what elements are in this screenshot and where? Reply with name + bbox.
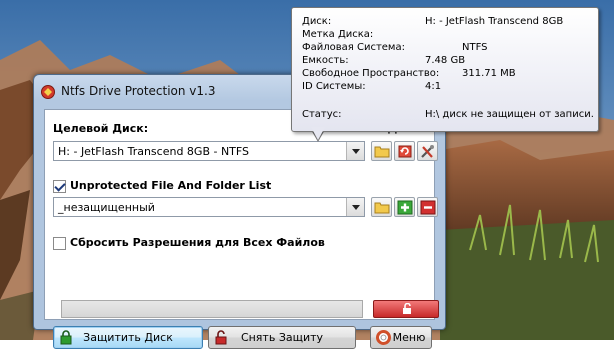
tools-button[interactable] xyxy=(417,141,438,161)
target-drive-label: Целевой Диск: xyxy=(53,122,149,135)
chevron-down-icon[interactable] xyxy=(346,198,364,216)
menu-button[interactable]: Меню xyxy=(370,326,432,349)
add-item-button[interactable] xyxy=(394,197,415,217)
open-drive-button[interactable] xyxy=(371,141,392,161)
unprotected-list-select[interactable]: _незащищенный xyxy=(53,197,365,217)
reset-permissions-label: Сбросить Разрешения для Всех Файлов xyxy=(70,236,325,249)
tooltip-free-key: Свободное Пространство: xyxy=(302,68,440,79)
tooltip-fs-value: NTFS xyxy=(462,42,488,53)
tooltip-disk-value: H: - JetFlash Transcend 8GB xyxy=(425,16,564,27)
tooltip-tail-inner xyxy=(311,127,325,140)
refresh-icon xyxy=(398,145,412,158)
protection-status-indicator xyxy=(373,300,439,318)
refresh-button[interactable] xyxy=(394,141,415,161)
tools-icon xyxy=(421,145,434,158)
tooltip-free-value: 311.71 MB xyxy=(462,68,516,79)
unprotected-list-checkbox[interactable] xyxy=(53,180,66,193)
tooltip-id-key: ID Системы: xyxy=(302,81,366,92)
target-drive-select[interactable]: H: - JetFlash Transcend 8GB - NTFS xyxy=(53,141,365,161)
tooltip-capacity-key: Емкость: xyxy=(302,55,349,66)
progress-bar xyxy=(61,300,363,318)
tooltip-status-key: Статус: xyxy=(302,109,342,120)
tooltip-disk-key: Диск: xyxy=(302,16,332,27)
app-icon xyxy=(41,85,55,99)
unprotect-drive-label: Снять Защиту xyxy=(240,331,324,344)
tooltip-capacity-value: 7.48 GB xyxy=(425,55,466,66)
folder-icon xyxy=(374,146,390,158)
protect-drive-label: Защитить Диск xyxy=(83,331,173,344)
remove-item-button[interactable] xyxy=(417,197,438,217)
browse-folder-button[interactable] xyxy=(371,197,392,217)
tooltip-label-key: Метка Диска: xyxy=(302,29,374,40)
client-area: Целевой Диск: Защитить Все Диски H: - Je… xyxy=(44,109,439,349)
unprotected-list-value: _незащищенный xyxy=(58,201,155,214)
tooltip-fs-key: Файловая Система: xyxy=(302,42,405,53)
drive-info-tooltip: Диск: H: - JetFlash Transcend 8GB Метка … xyxy=(291,7,599,132)
window-title: Ntfs Drive Protection v1.3 xyxy=(61,84,216,98)
plus-icon xyxy=(397,200,413,215)
protect-drive-button[interactable]: Защитить Диск xyxy=(53,326,203,349)
tooltip-status-value: H:\ диск не защищен от записи. xyxy=(425,109,594,120)
chevron-down-icon[interactable] xyxy=(346,142,364,160)
unlock-icon xyxy=(403,303,411,314)
folder-icon xyxy=(374,202,390,214)
unprotected-list-label: Unprotected File And Folder List xyxy=(70,179,272,192)
unprotect-drive-button[interactable]: Снять Защиту xyxy=(208,326,356,349)
reset-permissions-checkbox[interactable] xyxy=(53,237,66,250)
menu-label: Меню xyxy=(392,331,426,344)
tooltip-id-value: 4:1 xyxy=(425,81,442,92)
target-drive-value: H: - JetFlash Transcend 8GB - NTFS xyxy=(58,145,250,158)
minus-icon xyxy=(420,200,436,215)
